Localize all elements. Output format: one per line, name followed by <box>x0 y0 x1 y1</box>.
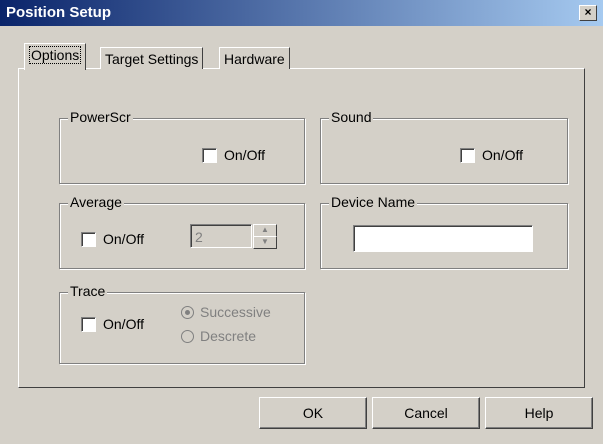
radio-label: Descrete <box>200 328 257 344</box>
average-checkbox[interactable]: On/Off <box>81 231 144 247</box>
device-name-label: Device Name <box>329 194 418 210</box>
checkbox-box[interactable] <box>81 231 96 247</box>
spin-down-arrow-icon[interactable]: ▼ <box>253 236 277 249</box>
device-name-input[interactable] <box>353 225 533 252</box>
tab-options[interactable]: Options <box>24 43 87 70</box>
tab-hardware[interactable]: Hardware <box>219 47 290 69</box>
checkbox-label: On/Off <box>103 316 144 332</box>
sound-group: Sound <box>320 109 568 184</box>
radio-label: Successive <box>200 304 271 320</box>
sound-checkbox[interactable]: On/Off <box>460 147 523 163</box>
checkbox-label: On/Off <box>224 147 265 163</box>
powerscr-group: PowerScr <box>59 109 305 184</box>
average-spin-input[interactable]: 2 <box>190 224 252 248</box>
tab-target-settings[interactable]: Target Settings <box>100 47 204 69</box>
powerscr-label: PowerScr <box>68 109 133 125</box>
ok-button[interactable]: OK <box>259 397 367 429</box>
window-title: Position Setup <box>6 4 111 21</box>
checkbox-label: On/Off <box>482 147 523 163</box>
help-button[interactable]: Help <box>485 397 593 429</box>
checkbox-box[interactable] <box>202 147 217 163</box>
checkbox-box[interactable] <box>81 316 96 332</box>
powerscr-checkbox[interactable]: On/Off <box>202 147 265 163</box>
trace-label: Trace <box>68 283 108 299</box>
average-label: Average <box>68 194 124 210</box>
radio-selected-icon <box>181 305 194 319</box>
radio-unselected-icon <box>181 329 194 343</box>
title-bar: Position Setup × <box>0 0 603 26</box>
sound-label: Sound <box>329 109 374 125</box>
checkbox-label: On/Off <box>103 231 144 247</box>
radio-descrete[interactable]: Descrete <box>181 328 256 344</box>
cancel-button[interactable]: Cancel <box>372 397 480 429</box>
trace-checkbox[interactable]: On/Off <box>81 316 144 332</box>
checkbox-box[interactable] <box>460 147 475 163</box>
radio-successive[interactable]: Successive <box>181 304 271 320</box>
close-button[interactable]: × <box>579 5 597 21</box>
